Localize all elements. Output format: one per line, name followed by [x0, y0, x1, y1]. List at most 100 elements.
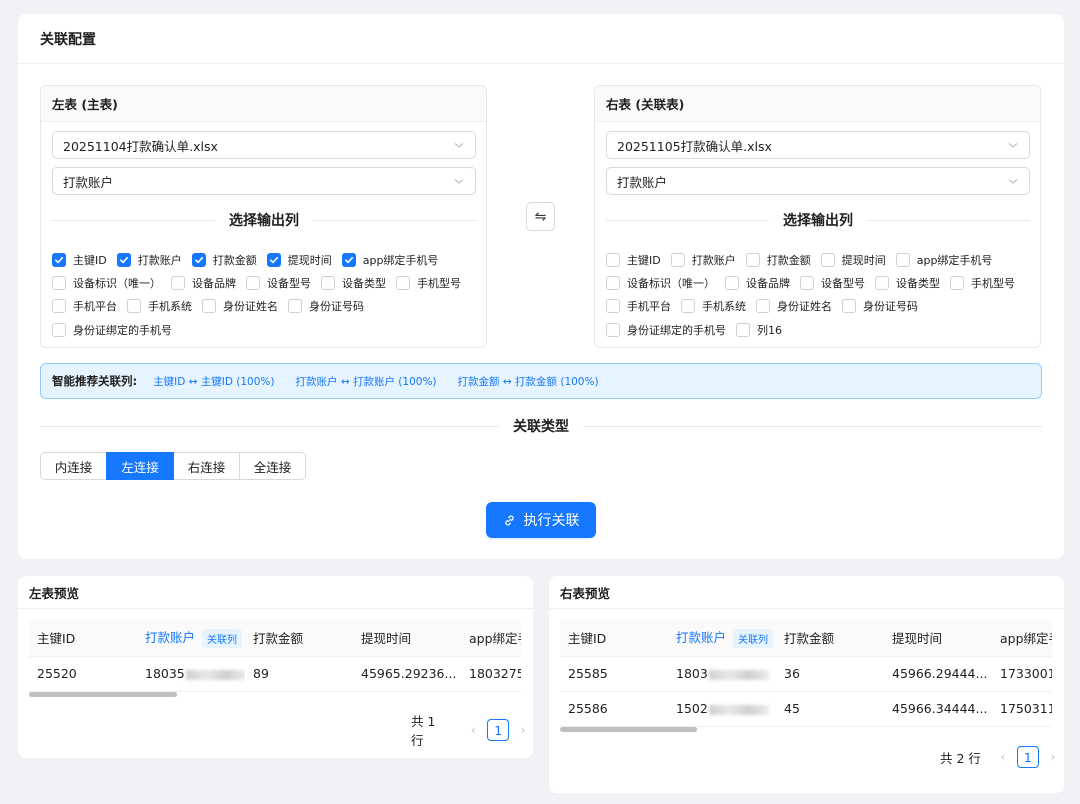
- checkbox-unchecked-icon[interactable]: [52, 299, 66, 314]
- checkbox-unchecked-icon[interactable]: [875, 276, 889, 291]
- checkbox-label: 身份证绑定的手机号: [627, 323, 726, 337]
- checkbox-unchecked-icon[interactable]: [745, 252, 760, 267]
- output-column-checkbox[interactable]: 打款金额: [745, 252, 811, 268]
- right-file-select[interactable]: 20251105打款确认单.xlsx: [606, 131, 1030, 159]
- output-column-checkbox[interactable]: 设备型号: [246, 275, 311, 291]
- checkbox-unchecked-icon[interactable]: [736, 322, 750, 337]
- join-full-button[interactable]: 全连接: [239, 452, 306, 480]
- checkbox-unchecked-icon[interactable]: [756, 299, 770, 314]
- checkbox-label: 提现时间: [841, 253, 886, 267]
- output-column-checkbox[interactable]: 设备品牌: [725, 275, 790, 291]
- next-page-icon[interactable]: ›: [1043, 750, 1063, 764]
- checkbox-unchecked-icon[interactable]: [681, 299, 695, 314]
- join-right-button[interactable]: 右连接: [173, 452, 240, 480]
- checkbox-unchecked-icon[interactable]: [606, 322, 620, 337]
- output-column-checkbox[interactable]: 设备型号: [800, 275, 865, 291]
- left-preview-table[interactable]: 主键ID 打款账户关联列 打款金额 提现时间 app绑定手 25520 1803…: [29, 620, 521, 692]
- checkbox-unchecked-icon[interactable]: [288, 299, 302, 314]
- output-column-checkbox[interactable]: 手机系统: [681, 298, 746, 314]
- right-preview-card: 右表预览 主键ID 打款账户关联列 打款金额 提现时间 app绑定手 25585…: [549, 576, 1064, 793]
- output-column-checkbox[interactable]: app绑定手机号: [341, 252, 438, 268]
- checkbox-checked-icon[interactable]: [116, 252, 131, 267]
- next-page-icon[interactable]: ›: [513, 723, 533, 737]
- checkbox-unchecked-icon[interactable]: [950, 276, 964, 291]
- checkbox-row: 手机平台 手机系统 身份证姓名 身份证号码: [52, 295, 482, 318]
- left-key-column-select[interactable]: 打款账户: [52, 167, 476, 195]
- recommend-pair[interactable]: 打款账户 ↔ 打款账户 (100%): [296, 374, 437, 389]
- output-column-checkbox[interactable]: 手机系统: [127, 298, 192, 314]
- output-column-checkbox[interactable]: 提现时间: [820, 252, 886, 268]
- output-column-checkbox[interactable]: 身份证号码: [288, 298, 364, 314]
- column-header-key: 打款账户 关联列: [137, 620, 245, 657]
- checkbox-unchecked-icon[interactable]: [202, 299, 216, 314]
- right-key-column-select[interactable]: 打款账户: [606, 167, 1030, 195]
- checkbox-unchecked-icon[interactable]: [800, 276, 814, 291]
- link-icon: [504, 514, 514, 526]
- output-column-checkbox[interactable]: 手机平台: [52, 298, 117, 314]
- checkbox-unchecked-icon[interactable]: [127, 299, 141, 314]
- output-column-checkbox[interactable]: 设备标识（唯一）: [52, 275, 161, 291]
- checkbox-label: 身份证姓名: [777, 300, 832, 314]
- output-column-checkbox[interactable]: 主键ID: [52, 252, 107, 268]
- prev-page-icon[interactable]: ‹: [993, 750, 1013, 764]
- checkbox-checked-icon[interactable]: [341, 252, 356, 267]
- recommend-pair[interactable]: 打款金额 ↔ 打款金额 (100%): [458, 374, 599, 389]
- output-column-checkbox[interactable]: 打款账户: [116, 252, 182, 268]
- output-column-checkbox[interactable]: app绑定手机号: [895, 252, 992, 268]
- checkbox-label: 设备类型: [896, 277, 940, 291]
- execute-join-button[interactable]: 执行关联: [486, 502, 596, 538]
- output-column-checkbox[interactable]: 身份证号码: [842, 298, 918, 314]
- table-cell: 45966.29444...: [884, 656, 992, 692]
- output-column-checkbox[interactable]: 主键ID: [606, 252, 661, 268]
- output-column-checkbox[interactable]: 身份证姓名: [756, 298, 832, 314]
- checkbox-unchecked-icon[interactable]: [606, 299, 620, 314]
- checkbox-unchecked-icon[interactable]: [842, 299, 856, 314]
- checkbox-unchecked-icon[interactable]: [606, 252, 620, 267]
- checkbox-unchecked-icon[interactable]: [171, 276, 185, 291]
- current-page[interactable]: 1: [487, 719, 510, 741]
- output-column-checkbox[interactable]: 设备类型: [875, 275, 940, 291]
- output-column-checkbox[interactable]: 设备标识（唯一）: [606, 275, 715, 291]
- checkbox-unchecked-icon[interactable]: [396, 276, 410, 291]
- masked-value: [708, 704, 769, 715]
- checkbox-label: 主键ID: [627, 253, 661, 267]
- output-column-checkbox[interactable]: 设备品牌: [171, 275, 236, 291]
- key-column-tag: 关联列: [733, 629, 774, 649]
- output-column-checkbox[interactable]: 手机型号: [950, 275, 1015, 291]
- current-page[interactable]: 1: [1016, 746, 1039, 768]
- left-file-select[interactable]: 20251104打款确认单.xlsx: [52, 131, 476, 159]
- checkbox-checked-icon[interactable]: [191, 252, 206, 267]
- output-column-checkbox[interactable]: 打款账户: [670, 252, 736, 268]
- table-cell: 45: [776, 691, 884, 727]
- prev-page-icon[interactable]: ‹: [464, 723, 484, 737]
- checkbox-unchecked-icon[interactable]: [52, 322, 66, 337]
- checkbox-label: 列16: [757, 323, 782, 337]
- join-left-button[interactable]: 左连接: [106, 452, 174, 480]
- checkbox-unchecked-icon[interactable]: [725, 276, 739, 291]
- horizontal-scrollbar[interactable]: [29, 692, 177, 697]
- output-column-checkbox[interactable]: 列16: [736, 322, 782, 338]
- output-column-checkbox[interactable]: 身份证姓名: [202, 298, 278, 314]
- checkbox-unchecked-icon[interactable]: [670, 252, 685, 267]
- output-column-checkbox[interactable]: 身份证绑定的手机号: [52, 322, 172, 338]
- output-column-checkbox[interactable]: 手机平台: [606, 298, 671, 314]
- right-preview-table[interactable]: 主键ID 打款账户关联列 打款金额 提现时间 app绑定手 25585 1803…: [560, 620, 1052, 727]
- checkbox-unchecked-icon[interactable]: [52, 276, 66, 291]
- checkbox-unchecked-icon[interactable]: [820, 252, 835, 267]
- output-column-checkbox[interactable]: 身份证绑定的手机号: [606, 322, 726, 338]
- checkbox-checked-icon[interactable]: [266, 252, 281, 267]
- checkbox-unchecked-icon[interactable]: [246, 276, 260, 291]
- output-column-checkbox[interactable]: 设备类型: [321, 275, 386, 291]
- join-inner-button[interactable]: 内连接: [40, 452, 107, 480]
- recommend-pair[interactable]: 主键ID ↔ 主键ID (100%): [153, 374, 274, 389]
- checkbox-checked-icon[interactable]: [52, 252, 66, 267]
- checkbox-unchecked-icon[interactable]: [895, 252, 910, 267]
- checkbox-unchecked-icon[interactable]: [321, 276, 335, 291]
- output-column-checkbox[interactable]: 手机型号: [396, 275, 461, 291]
- horizontal-scrollbar[interactable]: [560, 727, 697, 732]
- recommend-label: 智能推荐关联列:: [52, 374, 138, 388]
- output-column-checkbox[interactable]: 打款金额: [191, 252, 257, 268]
- checkbox-unchecked-icon[interactable]: [606, 276, 620, 291]
- swap-tables-button[interactable]: ⇋: [526, 202, 555, 231]
- output-column-checkbox[interactable]: 提现时间: [266, 252, 332, 268]
